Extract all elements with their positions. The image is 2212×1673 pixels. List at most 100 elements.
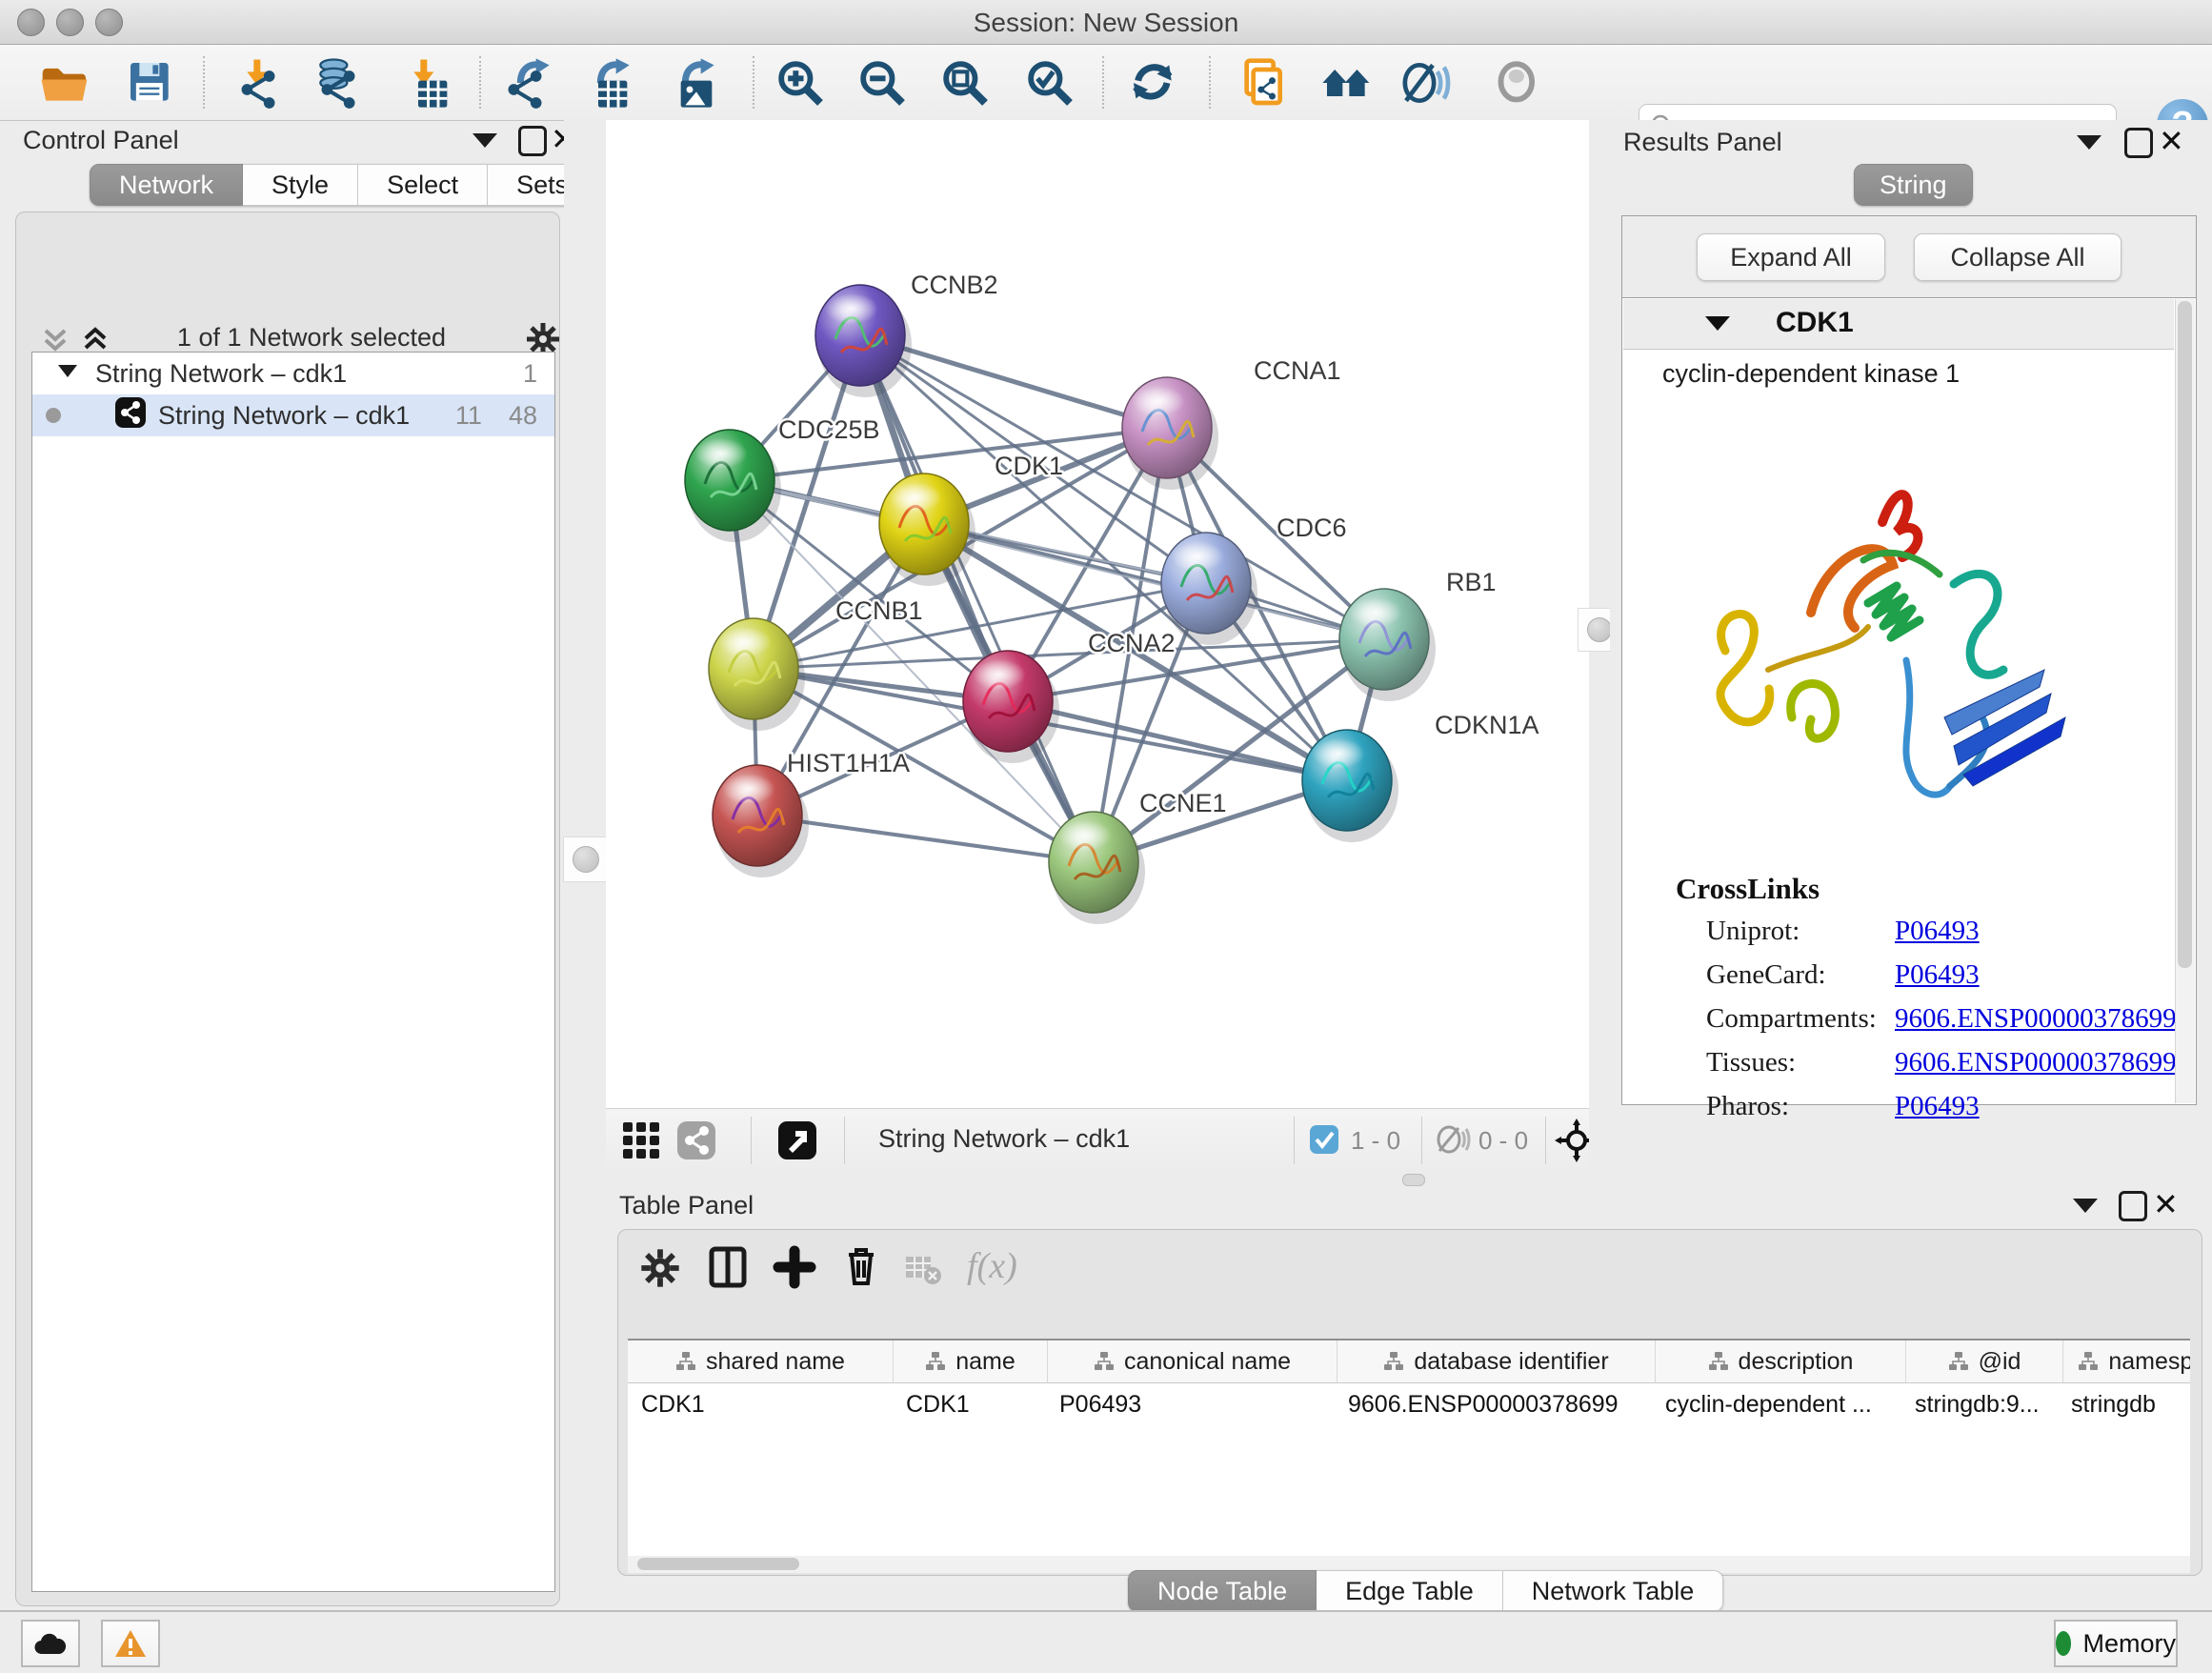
control-panel: Control Panel ✕ NetworkStyleSelectSets 1… [10,120,564,1606]
network-collection-row[interactable]: String Network – cdk1 1 [32,353,554,394]
tab-select[interactable]: Select [358,164,488,206]
export-table-icon[interactable] [578,56,632,110]
export-image-icon[interactable] [663,56,716,110]
string-view-icon[interactable] [676,1120,716,1165]
save-session-icon[interactable] [124,56,177,110]
first-neighbors-icon[interactable] [1320,56,1374,110]
cell-canonical-name: P06493 [1046,1383,1335,1425]
tab-style[interactable]: Style [243,164,358,206]
open-session-icon[interactable] [38,56,91,110]
column-header-shared-name[interactable]: shared name [628,1340,894,1382]
node-CCNA2[interactable] [963,651,1059,763]
tab-node-table[interactable]: Node Table [1128,1570,1317,1612]
delete-table-icon[interactable] [904,1251,942,1294]
column-header-database-identifier[interactable]: database identifier [1337,1340,1656,1382]
duplicate-network-icon[interactable] [1236,56,1289,110]
table-hscrollbar-thumb[interactable] [637,1558,799,1570]
control-panel-collapse-icon[interactable] [473,133,497,148]
right-panel-divider [1589,120,1610,1172]
protein-name: CDK1 [1776,307,1854,339]
node-CCNB2[interactable] [815,285,912,397]
function-builder-icon[interactable]: f(x) [967,1245,1017,1287]
window-titlebar: Session: New Session [0,0,2212,45]
zoom-in-icon[interactable] [774,56,827,110]
warning-button[interactable] [101,1620,160,1667]
zoom-fit-icon[interactable] [938,56,992,110]
node-CDK1[interactable] [879,474,975,586]
node-label-CCNB2: CCNB2 [911,271,998,299]
node-HIST1H1A[interactable] [713,765,809,877]
crosslink-link[interactable]: 9606.ENSP00000378699 [1895,1047,2177,1078]
network-label: String Network – cdk1 [158,401,410,431]
node-CDC25B[interactable] [685,430,781,542]
results-scrollbar-thumb[interactable] [2178,301,2192,968]
column-header-@id[interactable]: @id [1906,1340,2063,1382]
toolbar-separator [1209,56,1211,109]
import-network-file-icon[interactable] [231,56,285,110]
left-divider-handle[interactable] [563,836,609,882]
show-columns-icon[interactable] [706,1245,750,1294]
tab-network-table[interactable]: Network Table [1503,1570,1724,1612]
cloud-status-button[interactable] [21,1620,80,1667]
node-CCNA1[interactable] [1122,377,1218,490]
table-gear-icon[interactable] [639,1247,681,1294]
section-collapse-icon[interactable] [1705,316,1730,331]
network-node-count: 11 [455,401,482,431]
node-CCNE1[interactable] [1049,812,1145,924]
table-panel-collapse-icon[interactable] [2073,1199,2098,1213]
node-CDC6[interactable] [1161,533,1257,645]
node-CDKN1A[interactable] [1302,730,1398,842]
grid-view-icon[interactable] [621,1120,661,1165]
column-header-description[interactable]: description [1656,1340,1906,1382]
column-header-namespac[interactable]: namespac [2063,1340,2190,1382]
toolbar-separator [1102,56,1104,109]
expand-all-button[interactable]: Expand All [1697,233,1885,281]
table-panel-close-icon[interactable]: ✕ [2153,1192,2179,1217]
results-panel-collapse-icon[interactable] [2077,135,2101,150]
column-header-canonical-name[interactable]: canonical name [1048,1340,1337,1382]
node-label-CDK1: CDK1 [995,452,1063,480]
crosslink-link[interactable]: P06493 [1895,959,1980,991]
node-label-CCNA1: CCNA1 [1254,356,1341,385]
node-label-HIST1H1A: HIST1H1A [787,749,910,777]
results-panel-float-icon[interactable] [2124,128,2153,158]
network-view-canvas[interactable]: CCNB2 CCNA1 CDC25B CDK1 CDC6 RB1 CCNB1 C… [606,120,1589,1108]
zoom-selected-icon[interactable] [1023,56,1076,110]
collection-expand-icon[interactable] [55,358,80,390]
show-all-icon[interactable] [1491,56,1544,110]
table-panel-float-icon[interactable] [2119,1191,2147,1221]
crosslink-link[interactable]: P06493 [1895,1091,1980,1122]
network-status-dot-icon [46,408,61,423]
collapse-all-button[interactable]: Collapse All [1914,233,2122,281]
hide-selected-icon[interactable] [1399,56,1453,110]
table-row[interactable]: CDK1CDK1P064939606.ENSP00000378699cyclin… [628,1383,2190,1425]
tab-network[interactable]: Network [90,164,243,206]
tab-edge-table[interactable]: Edge Table [1317,1570,1503,1612]
crosslink-link[interactable]: P06493 [1895,916,1980,947]
memory-button[interactable]: Memory [2054,1620,2178,1667]
crosslink-link[interactable]: 9606.ENSP00000378699 [1895,1003,2177,1035]
column-header-name[interactable]: name [894,1340,1048,1382]
delete-column-trash-icon[interactable] [839,1243,883,1292]
import-network-database-icon[interactable] [312,56,365,110]
node-RB1[interactable] [1339,589,1436,701]
cell-@id: stringdb:9... [1901,1383,2058,1425]
network-list: String Network – cdk1 1 String Network –… [31,352,555,1592]
network-row[interactable]: String Network – cdk1 11 48 [32,394,554,436]
control-panel-float-icon[interactable] [518,126,547,156]
import-table-icon[interactable] [398,56,452,110]
protein-section-header[interactable]: CDK1 [1623,299,2174,350]
zoom-out-icon[interactable] [855,56,909,110]
table-header-row: shared namenamecanonical namedatabase id… [628,1340,2190,1383]
cell-shared-name: CDK1 [628,1383,893,1425]
hidden-eye-icon[interactable] [1435,1124,1471,1159]
results-content-box: CDK1 cyclin-dependent kinase 1 [1621,297,2197,1105]
selected-checkbox-icon[interactable] [1309,1124,1339,1159]
results-panel-close-icon[interactable]: ✕ [2159,129,2184,153]
export-network-icon[interactable] [498,56,552,110]
refresh-view-icon[interactable] [1127,56,1180,110]
node-label-CCNA2: CCNA2 [1088,629,1176,657]
birdseye-view-icon[interactable] [777,1120,817,1165]
create-column-plus-icon[interactable] [773,1245,816,1294]
tab-string[interactable]: String [1854,164,1973,206]
